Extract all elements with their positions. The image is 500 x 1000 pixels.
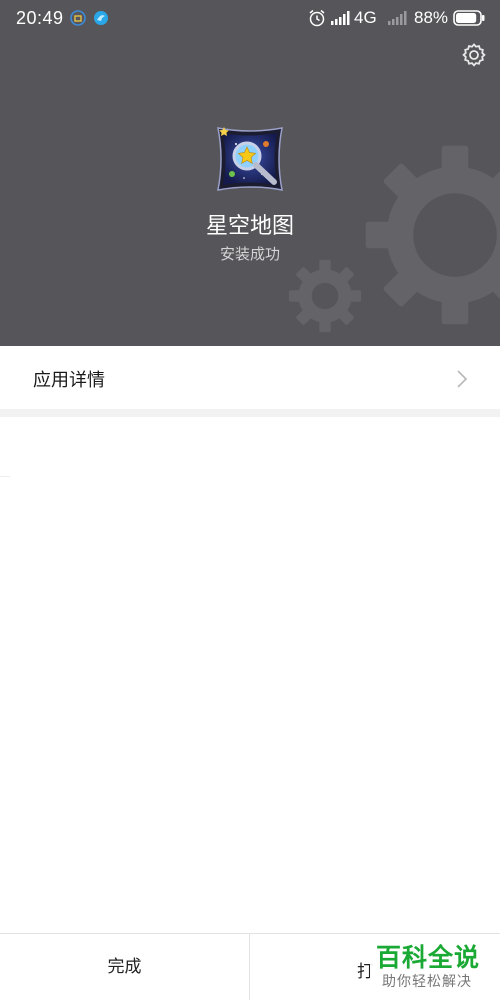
alarm-icon <box>309 9 325 27</box>
star-map-app-icon <box>217 127 283 191</box>
network-type: 4G <box>354 8 377 27</box>
chevron-right-icon <box>457 370 468 388</box>
install-header: 20:49 4G 88% 星空地图 安装成功 <box>0 0 500 346</box>
app-details-label: 应用详情 <box>33 370 105 391</box>
watermark-title: 百科全说 <box>376 943 481 972</box>
battery-percent: 88% <box>414 8 449 27</box>
install-complete-screen: 20:49 4G 88% 星空地图 安装成功 应用详情 完成 打 百科全说 助你… <box>0 0 500 1000</box>
secondary-signal-icon <box>388 11 407 25</box>
app-name: 星空地图 <box>205 214 294 239</box>
signal-icon <box>331 11 350 25</box>
install-status: 安装成功 <box>219 245 280 263</box>
app-details-row[interactable]: 应用详情 <box>0 346 500 409</box>
watermark-subtitle: 助你轻松解决 <box>382 974 472 990</box>
app-notification-icon <box>70 10 86 26</box>
divider-line <box>0 476 10 477</box>
decorative-gear-small-icon <box>288 259 362 333</box>
section-divider <box>0 409 500 417</box>
status-bar: 20:49 4G 88% <box>0 0 500 36</box>
done-button[interactable]: 完成 <box>0 934 249 1000</box>
status-time: 20:49 <box>16 8 64 28</box>
watermark: 百科全说 助你轻松解决 <box>370 938 492 996</box>
battery-icon <box>453 10 485 26</box>
bird-notification-icon <box>94 11 108 25</box>
gear-icon[interactable] <box>461 42 487 68</box>
